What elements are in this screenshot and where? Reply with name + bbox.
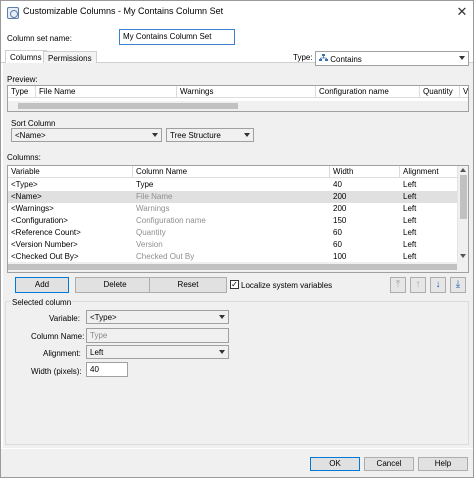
ok-button[interactable]: OK: [310, 457, 360, 471]
preview-column-header[interactable]: Warnings: [177, 86, 316, 98]
cell-variable: <Configuration>: [11, 216, 68, 225]
columns-horizontal-scrollbar[interactable]: [8, 262, 468, 272]
column-name-input[interactable]: Type: [86, 328, 229, 343]
cell-width: 60: [333, 228, 342, 237]
sort-column-label: Sort Column: [11, 119, 56, 128]
add-button[interactable]: Add: [15, 277, 69, 293]
variable-value: <Type>: [90, 313, 117, 322]
preview-column-header[interactable]: Type: [8, 86, 36, 98]
preview-column-header[interactable]: File Name: [36, 86, 177, 98]
close-icon[interactable]: ✕: [453, 3, 471, 21]
preview-horizontal-scrollbar[interactable]: [8, 101, 468, 111]
move-top-icon[interactable]: ⤒: [390, 277, 406, 293]
scrollbar-thumb[interactable]: [18, 103, 238, 109]
cell-variable: <Name>: [11, 192, 42, 201]
cell-variable: <Version Number>: [11, 240, 78, 249]
alignment-value: Left: [90, 348, 104, 357]
chevron-down-icon: [219, 315, 225, 319]
table-row[interactable]: <Reference Count> Quantity 60 Left: [8, 227, 457, 239]
preview-column-header[interactable]: Quantity: [420, 86, 460, 98]
columns-label: Columns:: [7, 153, 41, 162]
cancel-button[interactable]: Cancel: [364, 457, 414, 471]
type-select[interactable]: Contains: [315, 51, 469, 66]
selected-column-title: Selected column: [11, 298, 73, 307]
move-up-icon[interactable]: ↑: [410, 277, 426, 293]
cell-align: Left: [403, 204, 417, 213]
cell-column: Version: [136, 240, 163, 249]
help-button[interactable]: Help: [418, 457, 468, 471]
cell-width: 200: [333, 204, 347, 213]
width-label: Width (pixels):: [31, 367, 82, 376]
cell-column: File Name: [136, 192, 173, 201]
cell-column: Warnings: [136, 204, 170, 213]
cell-align: Left: [403, 180, 417, 189]
cell-width: 60: [333, 240, 342, 249]
tab-columns[interactable]: Columns: [5, 50, 47, 64]
preview-column-header[interactable]: Configuration name: [316, 86, 420, 98]
scrollbar-thumb[interactable]: [460, 175, 467, 219]
cell-column: Configuration name: [136, 216, 206, 225]
preview-grid: Type File Name Warnings Configuration na…: [7, 85, 469, 112]
sort-mode-select[interactable]: Tree Structure: [166, 128, 254, 142]
chevron-down-icon: [152, 133, 158, 137]
cell-column: Quantity: [136, 228, 166, 237]
alignment-label: Alignment:: [43, 349, 81, 358]
cell-column: Type: [136, 180, 154, 189]
title-bar: Customizable Columns - My Contains Colum…: [1, 1, 473, 25]
localize-label: Localize system variables: [241, 281, 333, 290]
window-title: Customizable Columns - My Contains Colum…: [23, 6, 224, 16]
type-value: Contains: [330, 55, 362, 64]
grid-header-variable[interactable]: Variable: [8, 166, 133, 178]
width-input[interactable]: 40: [86, 362, 128, 377]
table-row[interactable]: <Configuration> Configuration name 150 Left: [8, 215, 457, 227]
grid-header-width[interactable]: Width: [330, 166, 400, 178]
type-label: Type:: [293, 53, 313, 62]
cell-variable: <Warnings>: [11, 204, 54, 213]
preview-column-header[interactable]: Ve: [460, 86, 468, 98]
columns-vertical-scrollbar[interactable]: [457, 166, 468, 262]
delete-button[interactable]: Delete: [75, 277, 155, 293]
scroll-up-icon[interactable]: [460, 168, 466, 172]
table-row[interactable]: <Version Number> Version 60 Left: [8, 239, 457, 251]
cell-width: 200: [333, 192, 347, 201]
column-set-name-input[interactable]: My Contains Column Set: [119, 29, 235, 45]
column-name-label: Column Name:: [31, 332, 85, 341]
chevron-down-icon: [459, 56, 465, 60]
cell-align: Left: [403, 192, 417, 201]
variable-select[interactable]: <Type>: [86, 310, 229, 324]
network-icon: [319, 54, 328, 65]
chevron-down-icon: [219, 350, 225, 354]
columns-grid: Variable Column Name Width Alignment <Ty…: [7, 165, 469, 273]
column-set-label: Column set name:: [7, 34, 72, 43]
cell-variable: <Type>: [11, 180, 38, 189]
cell-align: Left: [403, 216, 417, 225]
reset-button[interactable]: Reset: [149, 277, 227, 293]
scrollbar-thumb[interactable]: [8, 264, 457, 270]
chevron-down-icon: [244, 133, 250, 137]
cell-variable: <Reference Count>: [11, 228, 81, 237]
table-row[interactable]: <Name> File Name 200 Left: [8, 191, 457, 203]
variable-label: Variable:: [49, 314, 80, 323]
table-row[interactable]: <Warnings> Warnings 200 Left: [8, 203, 457, 215]
table-row[interactable]: <Type> Type 40 Left: [8, 179, 457, 191]
sort-column-select[interactable]: <Name>: [11, 128, 162, 142]
sort-column-value: <Name>: [15, 131, 46, 140]
cell-width: 150: [333, 216, 347, 225]
cell-align: Left: [403, 228, 417, 237]
sort-mode-value: Tree Structure: [170, 131, 221, 140]
alignment-select[interactable]: Left: [86, 345, 229, 359]
preview-label: Preview:: [7, 75, 38, 84]
cell-align: Left: [403, 240, 417, 249]
scroll-down-icon[interactable]: [460, 254, 466, 258]
cell-width: 40: [333, 180, 342, 189]
localize-checkbox[interactable]: ✓: [230, 280, 239, 289]
move-down-icon[interactable]: ↓: [430, 277, 446, 293]
move-bottom-icon[interactable]: ⤓: [450, 277, 466, 293]
grid-header-column-name[interactable]: Column Name: [133, 166, 330, 178]
dialog-window: Customizable Columns - My Contains Colum…: [0, 0, 474, 478]
grid-header-alignment[interactable]: Alignment: [400, 166, 458, 178]
app-icon: [7, 7, 19, 19]
